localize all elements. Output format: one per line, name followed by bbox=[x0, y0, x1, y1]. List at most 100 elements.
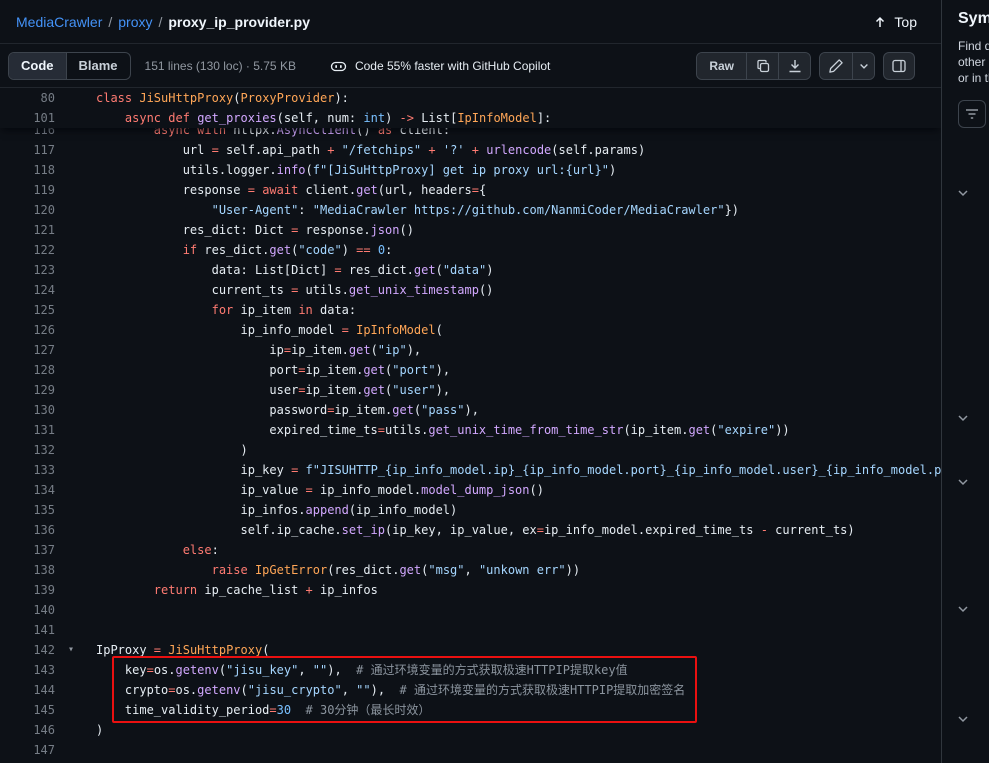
code-text: port=ip_item.get("port"), bbox=[96, 360, 450, 380]
code-line-123: 123 data: List[Dict] = res_dict.get("dat… bbox=[0, 260, 941, 280]
code-text: ip_key = f"JISUHTTP_{ip_info_model.ip}_{… bbox=[96, 460, 941, 480]
chevron-down-icon[interactable] bbox=[955, 185, 971, 201]
symbols-panel-toggle-button[interactable] bbox=[883, 52, 915, 80]
line-number[interactable]: 136 bbox=[0, 520, 64, 540]
breadcrumb-separator: / bbox=[158, 14, 162, 30]
line-number[interactable]: 128 bbox=[0, 360, 64, 380]
code-line-131: 131 expired_time_ts=utils.get_unix_time_… bbox=[0, 420, 941, 440]
code-line-135: 135 ip_infos.append(ip_info_model) bbox=[0, 500, 941, 520]
symbols-panel: Symbols Find definitions and references … bbox=[941, 0, 989, 763]
line-number[interactable]: 139 bbox=[0, 580, 64, 600]
code-line-126: 126 ip_info_model = IpInfoModel( bbox=[0, 320, 941, 340]
code-text: self.ip_cache.set_ip(ip_key, ip_value, e… bbox=[96, 520, 855, 540]
chevron-down-icon[interactable] bbox=[955, 711, 971, 727]
github-file-view: MediaCrawler / proxy / proxy_ip_provider… bbox=[0, 0, 989, 763]
line-number[interactable]: 146 bbox=[0, 720, 64, 740]
code-text: res_dict: Dict = response.json() bbox=[96, 220, 414, 240]
code-line-130: 130 password=ip_item.get("pass"), bbox=[0, 400, 941, 420]
line-number[interactable]: 122 bbox=[0, 240, 64, 260]
line-number[interactable]: 140 bbox=[0, 600, 64, 620]
code-text: ip_info_model = IpInfoModel( bbox=[96, 320, 443, 340]
line-number[interactable]: 120 bbox=[0, 200, 64, 220]
tab-code[interactable]: Code bbox=[9, 53, 67, 79]
copilot-icon bbox=[330, 58, 347, 74]
line-number[interactable]: 137 bbox=[0, 540, 64, 560]
line-number[interactable]: 142 bbox=[0, 640, 64, 660]
code-text: raise IpGetError(res_dict.get("msg", "un… bbox=[96, 560, 580, 580]
breadcrumb-repo-link[interactable]: MediaCrawler bbox=[16, 14, 102, 30]
line-number[interactable]: 134 bbox=[0, 480, 64, 500]
code-text: for ip_item in data: bbox=[96, 300, 356, 320]
line-number[interactable]: 130 bbox=[0, 400, 64, 420]
line-number[interactable]: 141 bbox=[0, 620, 64, 640]
breadcrumb-folder-link[interactable]: proxy bbox=[118, 14, 152, 30]
code-line-132: 132 ) bbox=[0, 440, 941, 460]
line-number[interactable]: 121 bbox=[0, 220, 64, 240]
pencil-icon bbox=[828, 58, 844, 74]
code-text: crypto=os.getenv("jisu_crypto", ""), # 通… bbox=[96, 680, 685, 700]
line-number[interactable]: 131 bbox=[0, 420, 64, 440]
tab-blame[interactable]: Blame bbox=[67, 53, 130, 79]
line-number[interactable]: 118 bbox=[0, 160, 64, 180]
line-number[interactable]: 101 bbox=[0, 108, 64, 128]
breadcrumb-file-name: proxy_ip_provider.py bbox=[168, 14, 310, 30]
copy-button[interactable] bbox=[746, 53, 778, 79]
line-number[interactable]: 123 bbox=[0, 260, 64, 280]
code-text: async def get_proxies(self, num: int) ->… bbox=[96, 108, 551, 128]
code-line-138: 138 raise IpGetError(res_dict.get("msg",… bbox=[0, 560, 941, 580]
code-text: class JiSuHttpProxy(ProxyProvider): bbox=[96, 88, 349, 108]
chevron-down-icon[interactable] bbox=[955, 474, 971, 490]
code-line-121: 121 res_dict: Dict = response.json() bbox=[0, 220, 941, 240]
line-number[interactable]: 126 bbox=[0, 320, 64, 340]
line-number[interactable]: 127 bbox=[0, 340, 64, 360]
line-number[interactable]: 117 bbox=[0, 140, 64, 160]
line-number[interactable]: 135 bbox=[0, 500, 64, 520]
chevron-down-icon[interactable] bbox=[955, 601, 971, 617]
code-text: response = await client.get(url, headers… bbox=[96, 180, 486, 200]
raw-button[interactable]: Raw bbox=[697, 53, 746, 79]
sticky-context-lines: 80 class JiSuHttpProxy(ProxyProvider): 101… bbox=[0, 88, 941, 128]
file-toolbar: Code Blame 151 lines (130 loc) · 5.75 KB… bbox=[0, 44, 941, 88]
symbols-panel-description: Find definitions and references for func… bbox=[958, 38, 989, 86]
code-line-134: 134 ip_value = ip_info_model.model_dump_… bbox=[0, 480, 941, 500]
code-text: if res_dict.get("code") == 0: bbox=[96, 240, 392, 260]
line-number[interactable]: 138 bbox=[0, 560, 64, 580]
code-text: current_ts = utils.get_unix_timestamp() bbox=[96, 280, 493, 300]
line-number[interactable]: 143 bbox=[0, 660, 64, 680]
code-line-120: 120 "User-Agent": "MediaCrawler https://… bbox=[0, 200, 941, 220]
code-editor[interactable]: 80 class JiSuHttpProxy(ProxyProvider): 101… bbox=[0, 88, 941, 763]
line-number[interactable]: 119 bbox=[0, 180, 64, 200]
file-view-column: MediaCrawler / proxy / proxy_ip_provider… bbox=[0, 0, 941, 763]
line-number[interactable]: 80 bbox=[0, 88, 64, 108]
edit-button[interactable] bbox=[820, 53, 852, 79]
top-button-label: Top bbox=[894, 14, 917, 30]
line-number[interactable]: 144 bbox=[0, 680, 64, 700]
edit-button-group bbox=[819, 52, 875, 80]
line-number[interactable]: 147 bbox=[0, 740, 64, 760]
code-text: utils.logger.info(f"[JiSuHttpProxy] get … bbox=[96, 160, 616, 180]
line-number[interactable]: 129 bbox=[0, 380, 64, 400]
fold-chevron-icon[interactable]: ▾ bbox=[68, 640, 74, 660]
code-blame-switch: Code Blame bbox=[8, 52, 131, 80]
symbols-panel-title: Symbols bbox=[958, 10, 989, 28]
download-button[interactable] bbox=[778, 53, 810, 79]
scroll-to-top-button[interactable]: Top bbox=[864, 10, 925, 34]
code-line-146: 146) bbox=[0, 720, 941, 740]
arrow-up-icon bbox=[872, 14, 888, 30]
line-number[interactable]: 133 bbox=[0, 460, 64, 480]
code-line-142: 142▾IpProxy = JiSuHttpProxy( bbox=[0, 640, 941, 660]
line-number[interactable]: 125 bbox=[0, 300, 64, 320]
chevron-down-icon[interactable] bbox=[955, 410, 971, 426]
code-line-80: 80 class JiSuHttpProxy(ProxyProvider): bbox=[0, 88, 941, 108]
line-number[interactable]: 132 bbox=[0, 440, 64, 460]
line-number[interactable]: 124 bbox=[0, 280, 64, 300]
symbols-filter-button[interactable] bbox=[958, 100, 986, 128]
code-text: ip=ip_item.get("ip"), bbox=[96, 340, 421, 360]
download-icon bbox=[787, 58, 803, 74]
edit-dropdown-button[interactable] bbox=[852, 53, 874, 79]
line-number[interactable]: 145 bbox=[0, 700, 64, 720]
raw-button-group: Raw bbox=[696, 52, 811, 80]
code-line-137: 137 else: bbox=[0, 540, 941, 560]
code-text: ) bbox=[96, 440, 248, 460]
code-line-128: 128 port=ip_item.get("port"), bbox=[0, 360, 941, 380]
